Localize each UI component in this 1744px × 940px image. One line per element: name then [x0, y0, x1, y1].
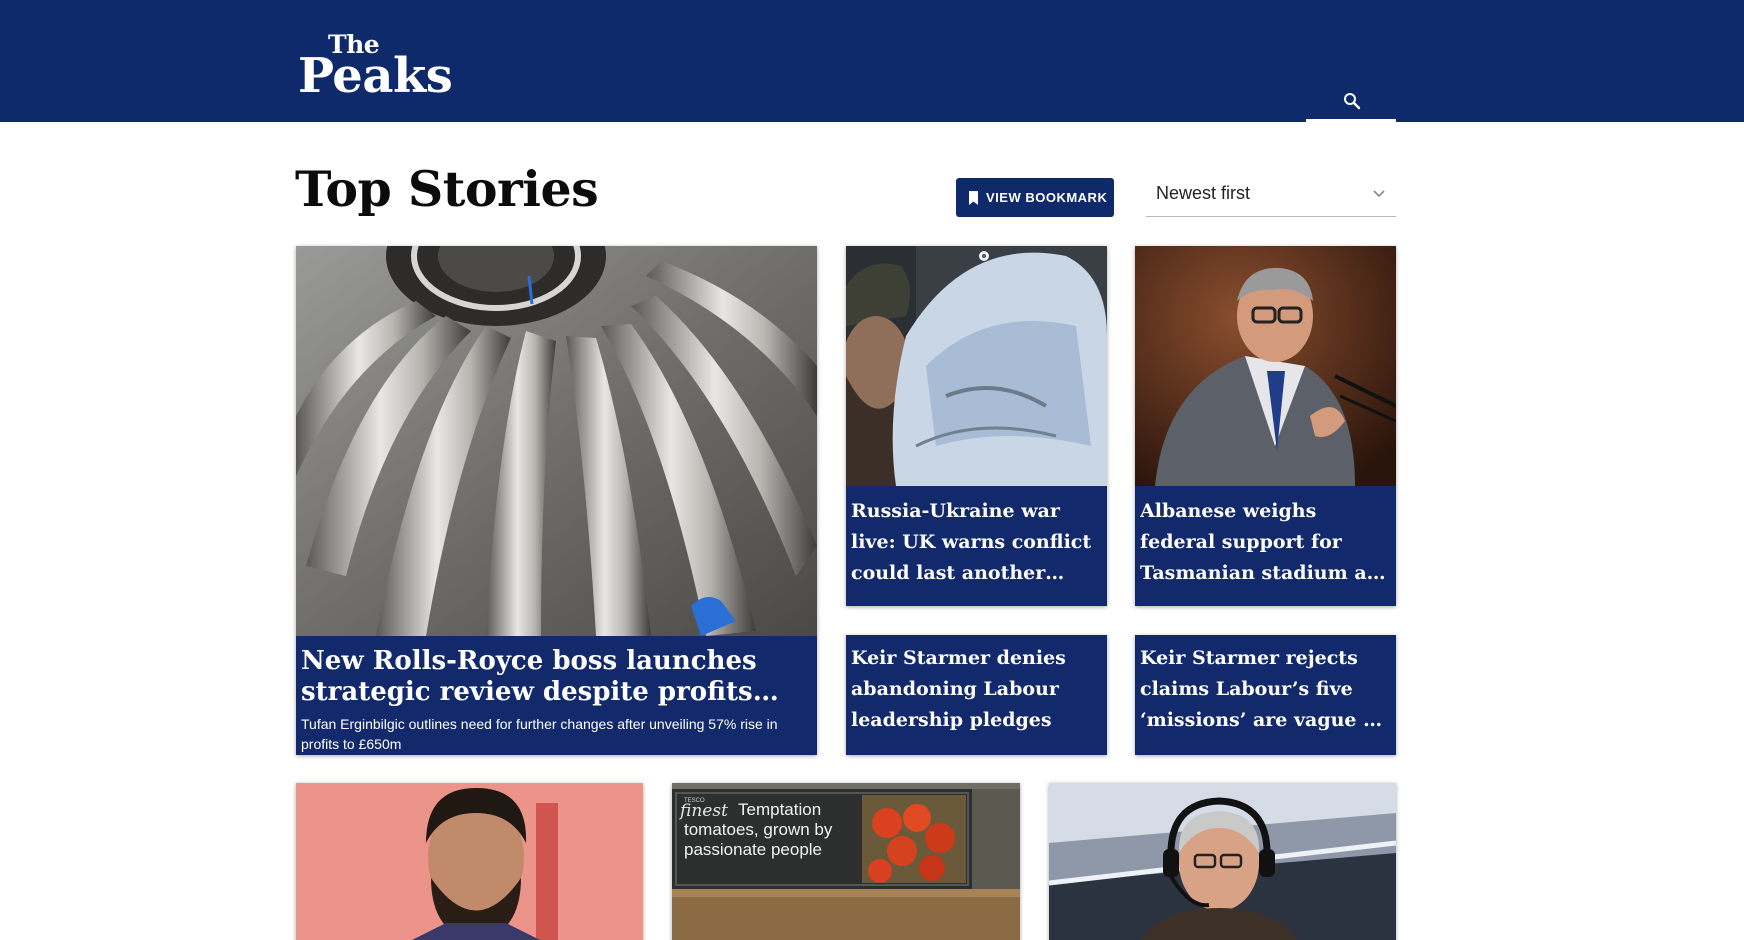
story-image-commentator [1049, 783, 1396, 940]
story-headline[interactable]: Keir Starmer rejects claims Labour’s fiv… [1140, 643, 1391, 736]
story-headline[interactable]: New Rolls-Royce boss launches strategic … [301, 646, 812, 708]
story-card-russia-ukraine[interactable]: Russia-Ukraine war live: UK warns confli… [846, 246, 1107, 606]
story-card-hero[interactable]: New Rolls-Royce boss launches strategic … [296, 246, 817, 755]
site-header: The Peaks [0, 0, 1744, 122]
search-icon [1344, 93, 1361, 110]
story-card-bottom-2[interactable]: TESCO finest Temptation tomatoes, grown … [672, 783, 1020, 940]
story-card-bottom-3[interactable] [1049, 783, 1396, 940]
story-card-albanese[interactable]: Albanese weighs federal support for Tasm… [1135, 246, 1396, 606]
story-card-bottom-1[interactable] [296, 783, 643, 940]
sign-line-1: Temptation [738, 800, 821, 819]
story-headline[interactable]: Keir Starmer denies abandoning Labour le… [851, 643, 1102, 736]
story-image-tomatoes-sign: TESCO finest Temptation tomatoes, grown … [672, 783, 1020, 940]
page-title: Top Stories [295, 160, 599, 218]
story-headline[interactable]: Russia-Ukraine war live: UK warns confli… [851, 496, 1102, 589]
logo-peaks: Peaks [298, 48, 453, 104]
bookmark-icon [969, 190, 978, 205]
story-image-jet-engine [296, 246, 817, 636]
view-bookmark-label: VIEW BOOKMARK [986, 190, 1108, 205]
story-caption: Keir Starmer denies abandoning Labour le… [846, 635, 1107, 755]
story-image-soldiers [846, 246, 1107, 486]
story-headline[interactable]: Albanese weighs federal support for Tasm… [1140, 496, 1391, 589]
story-card-starmer-pledges[interactable]: Keir Starmer denies abandoning Labour le… [846, 635, 1107, 755]
story-caption: Keir Starmer rejects claims Labour’s fiv… [1135, 635, 1396, 755]
site-logo[interactable]: The Peaks [298, 32, 453, 102]
sign-line-2: tomatoes, grown by [684, 820, 833, 839]
search-button[interactable] [1306, 84, 1396, 122]
story-image-albanese [1135, 246, 1396, 486]
story-image-bearded-man [296, 783, 643, 940]
sort-selected-value: Newest first [1156, 183, 1251, 203]
sign-line-3: passionate people [684, 840, 822, 859]
story-caption: New Rolls-Royce boss launches strategic … [296, 636, 817, 755]
story-caption: Albanese weighs federal support for Tasm… [1135, 486, 1396, 606]
story-caption: Russia-Ukraine war live: UK warns confli… [846, 486, 1107, 606]
sign-script: finest [678, 801, 728, 821]
view-bookmark-button[interactable]: VIEW BOOKMARK [956, 178, 1114, 217]
sort-select[interactable]: Newest first [1146, 178, 1396, 217]
story-summary: Tufan Erginbilgic outlines need for furt… [301, 716, 778, 752]
story-card-starmer-missions[interactable]: Keir Starmer rejects claims Labour’s fiv… [1135, 635, 1396, 755]
chevron-down-icon [1373, 190, 1385, 198]
